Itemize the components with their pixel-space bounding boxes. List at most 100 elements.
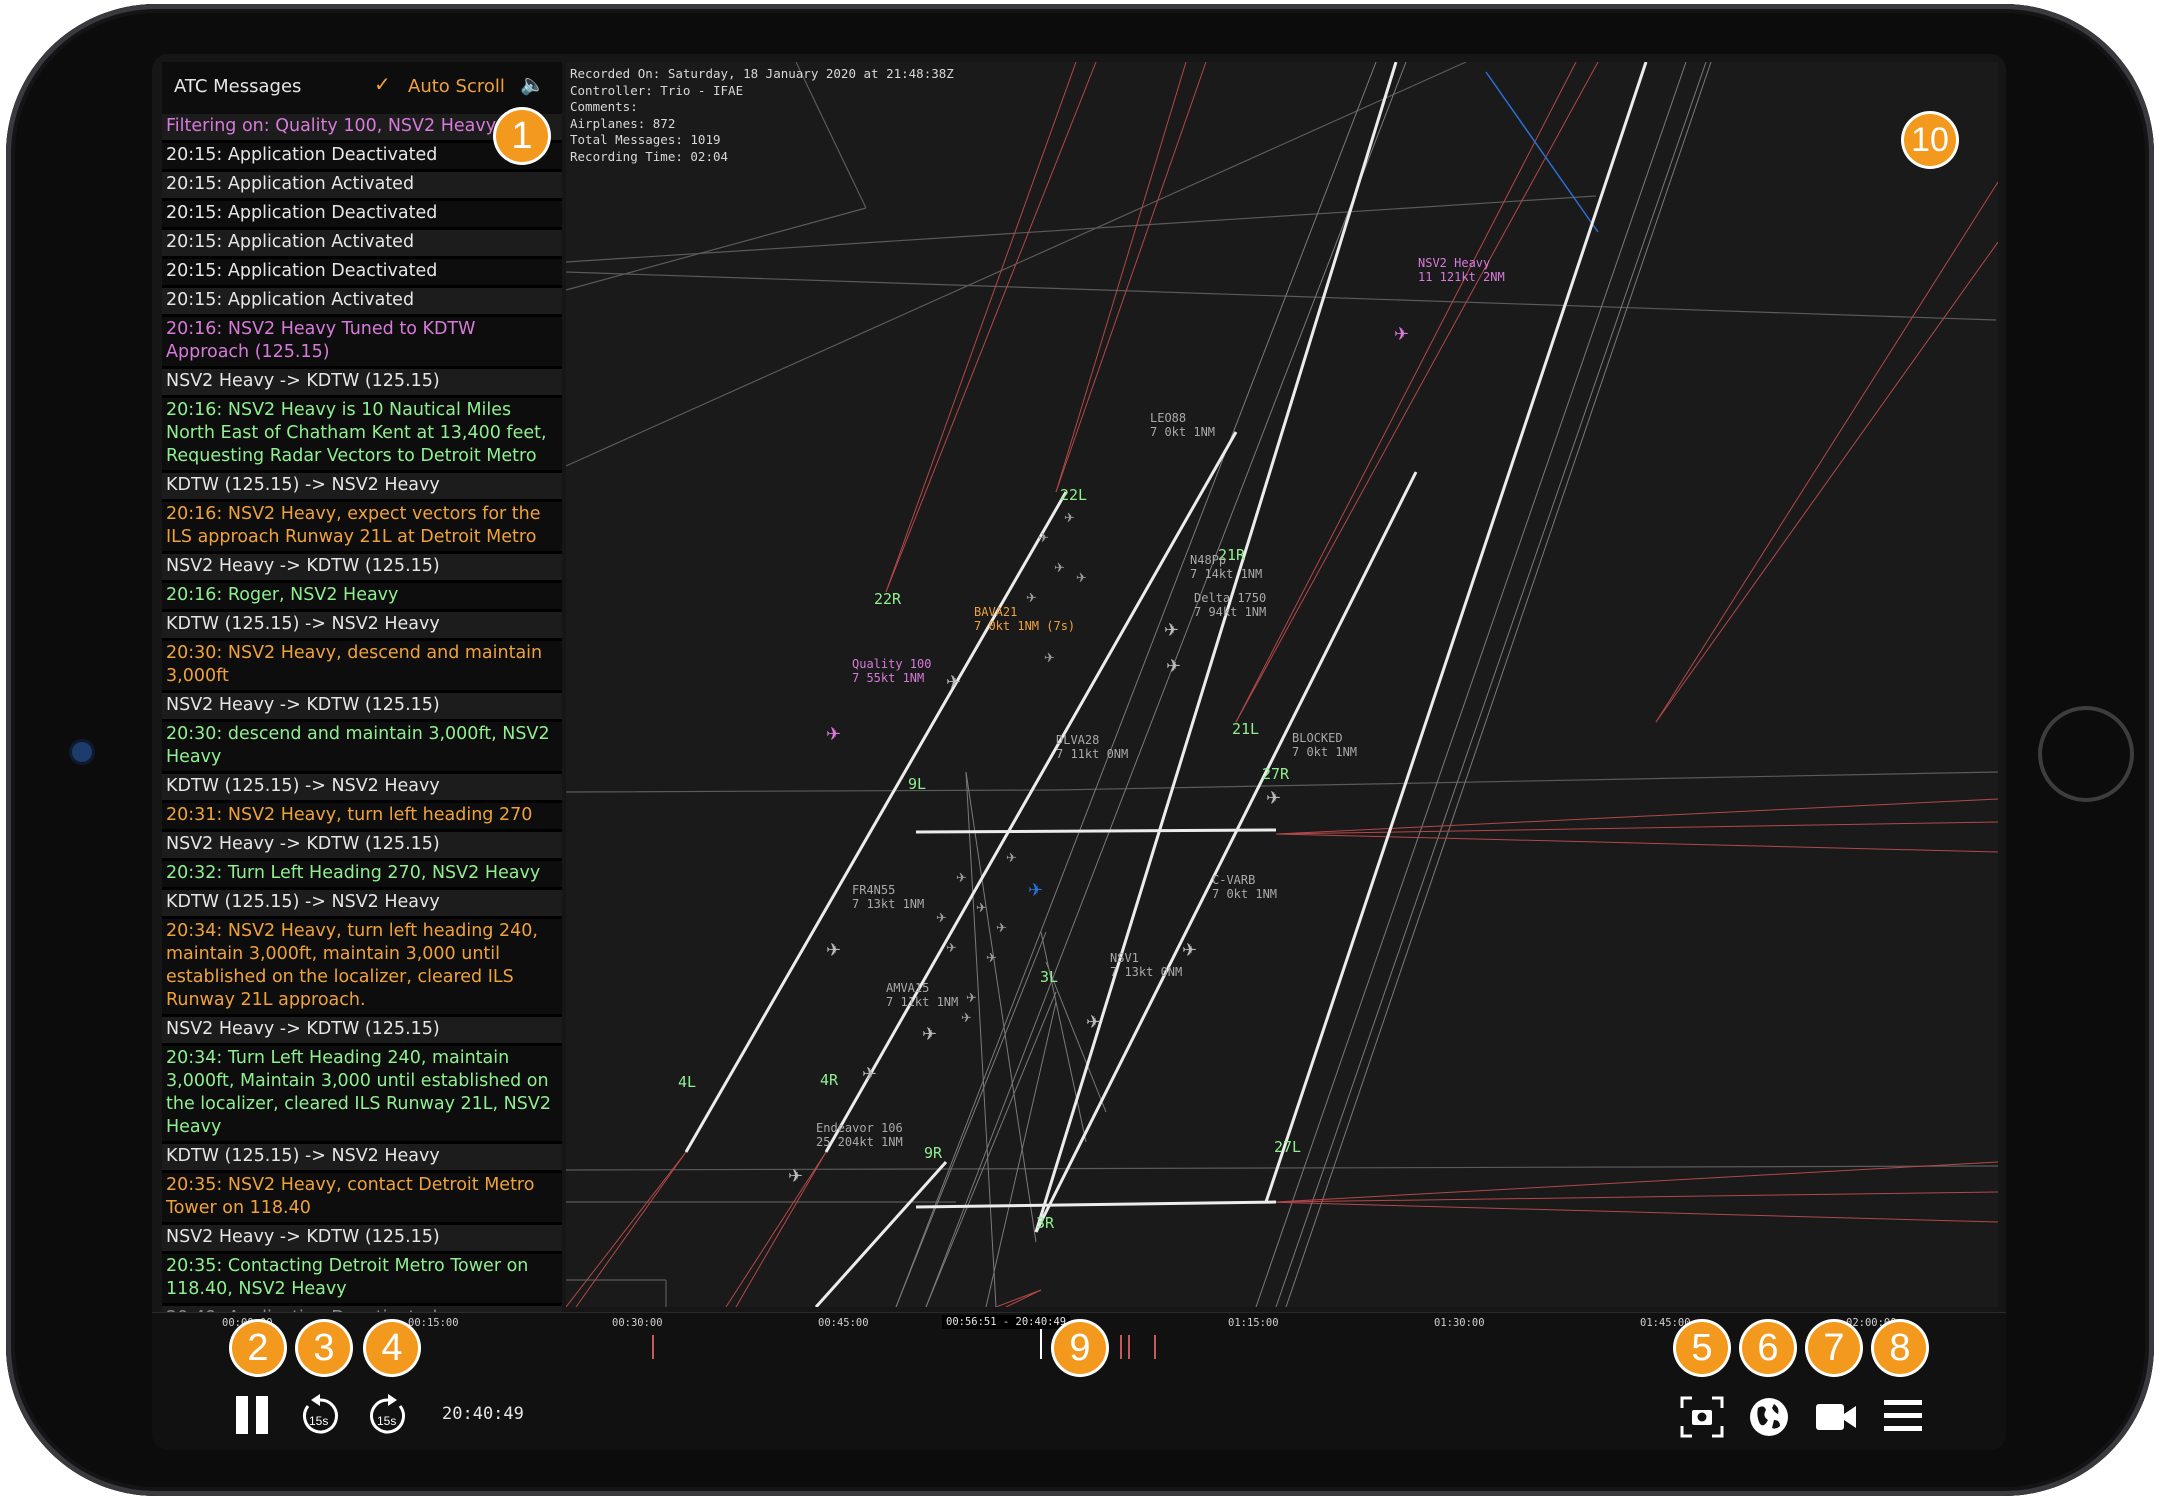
runway-label: 3L: [1040, 968, 1058, 986]
aircraft-label: 7 0kt 1NM: [1150, 425, 1215, 439]
runway-label: 4L: [678, 1073, 696, 1091]
airplane-icon[interactable]: ✈: [1166, 656, 1181, 677]
airplane-icon[interactable]: ✈: [826, 724, 841, 745]
aircraft-label: Quality 100: [852, 657, 931, 671]
runway-label: 9R: [924, 1144, 943, 1162]
aircraft-label: DLVA28: [1056, 733, 1099, 747]
screenshot-icon[interactable]: [1680, 1396, 1724, 1438]
message-item[interactable]: 20:16: Roger, NSV2 Heavy: [162, 583, 562, 612]
message-item[interactable]: KDTW (125.15) -> NSV2 Heavy: [162, 473, 562, 502]
timeline-tick: 00:15:00: [408, 1317, 459, 1329]
pause-icon[interactable]: [232, 1394, 272, 1436]
info-recorded-on: Recorded On: Saturday, 18 January 2020 a…: [570, 66, 954, 81]
runway-label: 9L: [908, 775, 926, 793]
aircraft-label: BLOCKED: [1292, 731, 1343, 745]
aircraft-label: C-VARB: [1212, 873, 1255, 887]
checkbox-icon[interactable]: ✓: [374, 72, 391, 96]
svg-text:✈: ✈: [1026, 591, 1037, 606]
airplane-icon[interactable]: ✈: [1086, 1012, 1101, 1033]
message-item[interactable]: 20:16: NSV2 Heavy Tuned to KDTW Approach…: [162, 317, 562, 369]
aircraft-label: 7 0kt 1NM (7s): [974, 619, 1075, 633]
runway-label: 4R: [820, 1071, 839, 1089]
timeline-tick: 00:45:00: [818, 1317, 869, 1329]
message-item[interactable]: 20:15: Application Activated: [162, 172, 562, 201]
aircraft-label: 25 204kt 1NM: [816, 1135, 903, 1149]
aircraft-label: LEO88: [1150, 411, 1186, 425]
approach-lines: [895, 62, 1712, 1307]
message-item[interactable]: 20:32: Turn Left Heading 270, NSV2 Heavy: [162, 861, 562, 890]
svg-text:✈: ✈: [956, 871, 967, 886]
skip-forward-label: 15s: [377, 1414, 396, 1428]
radar-view[interactable]: 22L 22R 21R 21L 27R 9L 3L 4L 4R 9R 27L 3…: [566, 62, 1998, 1307]
speaker-icon[interactable]: 🔈: [520, 72, 545, 96]
timeline-tick: 01:45:00: [1640, 1317, 1691, 1329]
message-item[interactable]: 20:30: descend and maintain 3,000ft, NSV…: [162, 722, 562, 774]
airplane-icon[interactable]: ✈: [788, 1166, 803, 1187]
airplane-icon[interactable]: ✈: [922, 1024, 937, 1045]
message-item[interactable]: NSV2 Heavy -> KDTW (125.15): [162, 554, 562, 583]
airplane-icon[interactable]: ✈: [1164, 620, 1179, 641]
callout-badge: 8: [1874, 1322, 1926, 1374]
message-item[interactable]: 20:34: NSV2 Heavy, turn left heading 240…: [162, 919, 562, 1017]
message-item[interactable]: 20:16: NSV2 Heavy, expect vectors for th…: [162, 502, 562, 554]
skip-back-label: 15s: [309, 1414, 328, 1428]
runway-label: 21L: [1232, 720, 1259, 738]
message-item[interactable]: KDTW (125.15) -> NSV2 Heavy: [162, 890, 562, 919]
message-item[interactable]: KDTW (125.15) -> NSV2 Heavy: [162, 612, 562, 641]
skip-back-icon[interactable]: 15s: [298, 1394, 342, 1438]
app-screen: ATC Messages ✓ Auto Scroll 🔈 Filtering o…: [152, 54, 2006, 1450]
info-controller: Controller: Trio - IFAE: [570, 82, 744, 98]
message-item[interactable]: 20:16: NSV2 Heavy is 10 Nautical Miles N…: [162, 398, 562, 473]
radar-map[interactable]: 22L 22R 21R 21L 27R 9L 3L 4L 4R 9R 27L 3…: [566, 62, 1998, 1307]
airplane-icon[interactable]: ✈: [1394, 324, 1409, 345]
callout-badge: 1: [496, 110, 548, 162]
message-item[interactable]: NSV2 Heavy -> KDTW (125.15): [162, 693, 562, 722]
panel-header: ATC Messages ✓ Auto Scroll 🔈: [162, 62, 562, 112]
airplane-icon[interactable]: ✈: [1182, 940, 1197, 961]
runway-label: 22R: [874, 590, 902, 608]
aircraft-label: 7 11kt 1NM: [886, 995, 958, 1009]
info-airplanes: Airplanes: 872: [570, 115, 676, 131]
event-marker: [1120, 1335, 1122, 1359]
airplane-icon[interactable]: ✈: [862, 1064, 877, 1085]
message-item[interactable]: NSV2 Heavy -> KDTW (125.15): [162, 369, 562, 398]
airplane-icon[interactable]: ✈: [1028, 880, 1043, 901]
message-item[interactable]: NSV2 Heavy -> KDTW (125.15): [162, 832, 562, 861]
globe-icon[interactable]: [1748, 1396, 1790, 1438]
message-item[interactable]: 20:15: Application Deactivated: [162, 201, 562, 230]
skip-forward-icon[interactable]: 15s: [366, 1394, 410, 1438]
svg-text:✈: ✈: [996, 921, 1007, 936]
home-button[interactable]: [2038, 706, 2134, 802]
aircraft-label: 7 13kt 1NM: [852, 897, 924, 911]
message-item[interactable]: KDTW (125.15) -> NSV2 Heavy: [162, 774, 562, 803]
message-item[interactable]: 20:15: Application Activated: [162, 288, 562, 317]
message-item[interactable]: 20:15: Application Deactivated: [162, 259, 562, 288]
airplane-icon[interactable]: ✈: [826, 940, 841, 961]
callout-badge: 7: [1808, 1322, 1860, 1374]
message-item[interactable]: NSV2 Heavy -> KDTW (125.15): [162, 1017, 562, 1046]
current-time: 20:40:49: [442, 1404, 524, 1424]
message-item[interactable]: 20:30: NSV2 Heavy, descend and maintain …: [162, 641, 562, 693]
runway-label: 27L: [1274, 1138, 1301, 1156]
message-item[interactable]: 20:31: NSV2 Heavy, turn left heading 270: [162, 803, 562, 832]
message-item[interactable]: 20:34: Turn Left Heading 240, maintain 3…: [162, 1046, 562, 1144]
message-item[interactable]: KDTW (125.15) -> NSV2 Heavy: [162, 1144, 562, 1173]
message-item[interactable]: 20:35: Contacting Detroit Metro Tower on…: [162, 1254, 562, 1306]
svg-text:✈: ✈: [1006, 851, 1017, 866]
callout-badge: 10: [1904, 114, 1956, 166]
airplane-icon[interactable]: ✈: [946, 672, 961, 693]
svg-text:✈: ✈: [946, 941, 957, 956]
video-camera-icon[interactable]: [1814, 1400, 1858, 1434]
aircraft-label: FR4N55: [852, 883, 895, 897]
aircraft-label: NSV1: [1110, 951, 1139, 965]
event-marker: [1128, 1335, 1130, 1359]
message-item[interactable]: NSV2 Heavy -> KDTW (125.15): [162, 1225, 562, 1254]
runway-label: 27R: [1262, 765, 1290, 783]
auto-scroll-toggle[interactable]: Auto Scroll: [408, 76, 505, 97]
playhead[interactable]: [1040, 1329, 1043, 1359]
aircraft-label: 7 14kt 1NM: [1190, 567, 1262, 581]
airplane-icon[interactable]: ✈: [1266, 788, 1281, 809]
menu-icon[interactable]: [1882, 1398, 1924, 1434]
message-item[interactable]: 20:35: NSV2 Heavy, contact Detroit Metro…: [162, 1173, 562, 1225]
message-item[interactable]: 20:15: Application Activated: [162, 230, 562, 259]
